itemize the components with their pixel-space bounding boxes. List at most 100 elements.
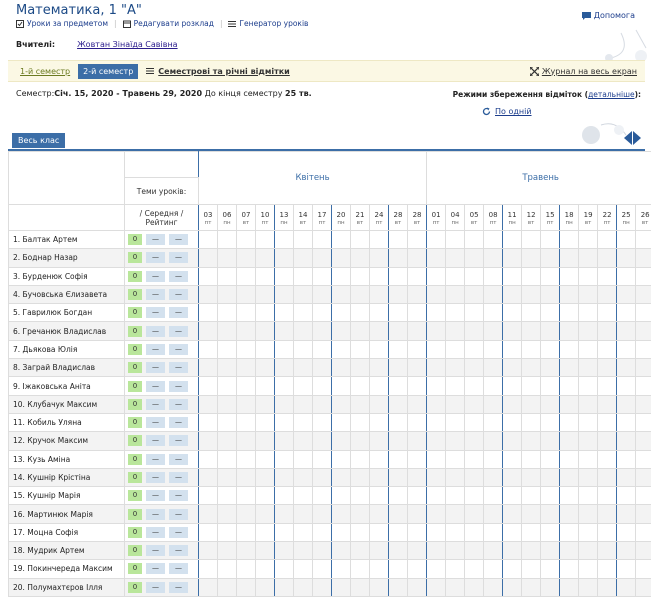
grade-cell[interactable] xyxy=(502,321,523,341)
grade-cell[interactable] xyxy=(521,541,542,561)
grade-cell[interactable] xyxy=(255,577,275,597)
grade-cell[interactable] xyxy=(350,266,370,286)
grade-cell[interactable] xyxy=(198,376,218,396)
grade-cell[interactable] xyxy=(635,266,651,286)
semester-yearly-grades-link[interactable]: Семестрові та річні відмітки xyxy=(146,67,290,76)
grade-cell[interactable] xyxy=(464,541,485,561)
grade-cell[interactable] xyxy=(236,321,256,341)
date-column-header[interactable]: 10 пт xyxy=(255,204,275,231)
grade-cell[interactable] xyxy=(255,266,275,286)
grade-cell[interactable] xyxy=(312,266,332,286)
grade-cell[interactable] xyxy=(388,358,408,378)
grade-cell[interactable] xyxy=(312,394,332,414)
grade-cell[interactable] xyxy=(540,522,561,543)
grade-cell[interactable] xyxy=(464,339,485,360)
grade-cell[interactable] xyxy=(597,339,618,360)
grade-cell[interactable] xyxy=(635,284,651,305)
grade-cell[interactable] xyxy=(255,449,275,469)
grade-cell[interactable] xyxy=(521,412,542,433)
grade-cell[interactable] xyxy=(616,376,637,396)
grade-cell[interactable] xyxy=(483,559,504,579)
grade-cell[interactable] xyxy=(464,248,485,268)
grade-cell[interactable] xyxy=(350,486,370,506)
grade-cell[interactable] xyxy=(369,321,389,341)
grade-cell[interactable] xyxy=(540,449,561,469)
grade-cell[interactable] xyxy=(312,522,332,543)
grade-cell[interactable] xyxy=(293,577,313,597)
grade-cell[interactable] xyxy=(331,504,351,524)
grade-cell[interactable] xyxy=(540,559,561,579)
student-name[interactable]: 5. Гаврилюк Богдан xyxy=(8,303,125,323)
grade-cell[interactable] xyxy=(274,303,294,323)
grade-cell[interactable] xyxy=(198,321,218,341)
grade-cell[interactable] xyxy=(406,467,428,488)
student-name[interactable]: 13. Кузь Аміна xyxy=(8,449,125,469)
grade-cell[interactable] xyxy=(445,321,466,341)
grade-cell[interactable] xyxy=(312,559,332,579)
date-column-header[interactable]: 06 пн xyxy=(217,204,237,231)
grade-cell[interactable] xyxy=(388,412,408,433)
grade-cell[interactable] xyxy=(616,321,637,341)
grade-cell[interactable] xyxy=(293,467,313,488)
grade-cell[interactable] xyxy=(350,541,370,561)
grade-cell[interactable] xyxy=(350,321,370,341)
date-column-header[interactable]: 14 вт xyxy=(293,204,313,231)
grade-cell[interactable] xyxy=(255,376,275,396)
grade-cell[interactable] xyxy=(255,467,275,488)
student-name[interactable]: 19. Покинчереда Максим xyxy=(8,559,125,579)
grade-cell[interactable] xyxy=(388,339,408,360)
grade-cell[interactable] xyxy=(217,303,237,323)
grade-cell[interactable] xyxy=(616,486,637,506)
grade-cell[interactable] xyxy=(369,504,389,524)
grade-cell[interactable] xyxy=(331,559,351,579)
grade-cell[interactable] xyxy=(426,412,447,433)
grade-cell[interactable] xyxy=(521,522,542,543)
student-name[interactable]: 20. Полумахтєров Ілля xyxy=(8,577,125,597)
grade-cell[interactable] xyxy=(198,431,218,451)
grade-cell[interactable] xyxy=(502,504,523,524)
student-name[interactable]: 14. Кушнір Крістіна xyxy=(8,467,125,488)
grade-cell[interactable] xyxy=(597,248,618,268)
save-mode-toggle[interactable]: По одній xyxy=(482,107,532,116)
grade-cell[interactable] xyxy=(521,339,542,360)
grade-cell[interactable] xyxy=(274,229,294,250)
student-name[interactable]: 3. Бурденюк Софія xyxy=(8,266,125,286)
grade-cell[interactable] xyxy=(312,339,332,360)
grade-cell[interactable] xyxy=(255,321,275,341)
grade-cell[interactable] xyxy=(464,449,485,469)
grade-cell[interactable] xyxy=(312,467,332,488)
grade-cell[interactable] xyxy=(217,339,237,360)
grade-cell[interactable] xyxy=(578,504,599,524)
grade-cell[interactable] xyxy=(406,412,428,433)
grade-cell[interactable] xyxy=(445,358,466,378)
grade-cell[interactable] xyxy=(559,394,580,414)
grade-cell[interactable] xyxy=(406,266,428,286)
grade-cell[interactable] xyxy=(616,449,637,469)
grade-cell[interactable] xyxy=(350,229,370,250)
grade-cell[interactable] xyxy=(274,284,294,305)
grade-cell[interactable] xyxy=(198,577,218,597)
grade-cell[interactable] xyxy=(597,321,618,341)
grade-cell[interactable] xyxy=(578,229,599,250)
grade-cell[interactable] xyxy=(388,394,408,414)
grade-cell[interactable] xyxy=(312,321,332,341)
grade-cell[interactable] xyxy=(255,303,275,323)
grade-cell[interactable] xyxy=(559,522,580,543)
grade-cell[interactable] xyxy=(464,358,485,378)
grade-cell[interactable] xyxy=(635,467,651,488)
grade-cell[interactable] xyxy=(464,321,485,341)
grade-cell[interactable] xyxy=(331,412,351,433)
grade-cell[interactable] xyxy=(255,522,275,543)
grade-cell[interactable] xyxy=(388,376,408,396)
grade-cell[interactable] xyxy=(445,541,466,561)
grade-cell[interactable] xyxy=(369,303,389,323)
grade-cell[interactable] xyxy=(274,266,294,286)
arrow-right-icon[interactable] xyxy=(633,131,641,145)
grade-cell[interactable] xyxy=(217,284,237,305)
grade-cell[interactable] xyxy=(406,541,428,561)
grade-cell[interactable] xyxy=(578,486,599,506)
grade-cell[interactable] xyxy=(445,486,466,506)
grade-cell[interactable] xyxy=(293,449,313,469)
grade-cell[interactable] xyxy=(635,559,651,579)
grade-cell[interactable] xyxy=(540,486,561,506)
